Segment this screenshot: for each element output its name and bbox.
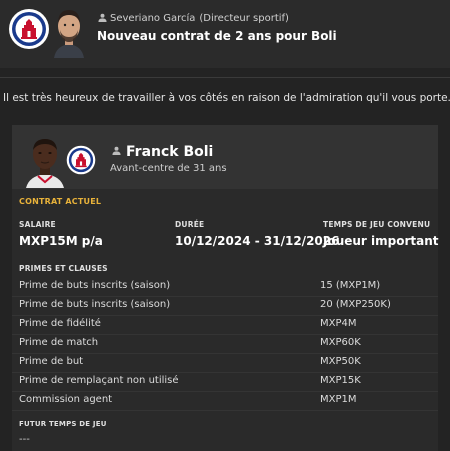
clause-row: Prime de buts inscrits (saison) 15 (MXP1… xyxy=(12,277,438,297)
person-icon xyxy=(112,146,121,155)
clause-value: MXP15K xyxy=(320,375,361,386)
contract-section-title: CONTRAT ACTUEL xyxy=(19,197,102,206)
clause-value: 15 (MXP1M) xyxy=(320,280,381,291)
future-playing-time-title: FUTUR TEMPS DE JEU xyxy=(19,420,107,428)
club-badge-icon[interactable] xyxy=(8,8,50,50)
clause-row: Prime de remplaçant non utilisé MXP15K xyxy=(12,372,438,392)
clause-row: Prime de match MXP60K xyxy=(12,334,438,354)
sender-name[interactable]: Severiano García xyxy=(110,13,195,24)
clause-label: Prime de match xyxy=(19,337,99,348)
salary-label: SALAIRE xyxy=(19,220,56,229)
sender-line: Severiano García (Directeur sportif) xyxy=(98,13,289,24)
future-playing-time-value: --- xyxy=(19,434,30,445)
clause-row: Prime de but MXP50K xyxy=(12,353,438,373)
player-header: Franck Boli Avant-centre de 31 ans xyxy=(12,125,438,189)
clause-label: Prime de but xyxy=(19,356,84,367)
salary-value: MXP15M p/a xyxy=(19,234,103,248)
clause-value: 20 (MXP250K) xyxy=(320,299,391,310)
clause-label: Prime de fidélité xyxy=(19,318,101,329)
message-header: Severiano García (Directeur sportif) Nouv… xyxy=(0,0,450,68)
player-name[interactable]: Franck Boli xyxy=(126,144,213,160)
clause-row: Prime de fidélité MXP4M xyxy=(12,315,438,335)
clause-value: MXP1M xyxy=(320,394,357,405)
duration-value: 10/12/2024 - 31/12/2026 xyxy=(175,234,340,248)
staff-photo[interactable] xyxy=(52,4,86,58)
clause-label: Prime de buts inscrits (saison) xyxy=(19,280,171,291)
clause-label: Commission agent xyxy=(19,394,113,405)
clause-row: Prime de buts inscrits (saison) 20 (MXP2… xyxy=(12,296,438,316)
sender-role: (Directeur sportif) xyxy=(199,13,289,24)
player-role: Avant-centre de 31 ans xyxy=(110,163,227,174)
message-body: Il est très heureux de travailler à vos … xyxy=(3,92,450,104)
clause-label: Prime de buts inscrits (saison) xyxy=(19,299,171,310)
clause-label: Prime de remplaçant non utilisé xyxy=(19,375,179,386)
clause-value: MXP50K xyxy=(320,356,361,367)
player-name-row: Franck Boli xyxy=(112,141,213,160)
club-badge-icon[interactable] xyxy=(66,145,96,175)
clause-value: MXP4M xyxy=(320,318,357,329)
divider xyxy=(0,77,450,78)
playing-time-label: TEMPS DE JEU CONVENU xyxy=(323,220,431,229)
playing-time-value: Joueur important xyxy=(323,234,439,248)
clause-value: MXP60K xyxy=(320,337,361,348)
clause-row: Commission agent MXP1M xyxy=(12,391,438,411)
message-subject: Nouveau contrat de 2 ans pour Boli xyxy=(97,29,337,43)
contract-card: Franck Boli Avant-centre de 31 ans CONTR… xyxy=(12,125,439,451)
duration-label: DURÉE xyxy=(175,220,205,229)
person-icon xyxy=(98,13,107,22)
player-photo[interactable] xyxy=(24,132,66,188)
clauses-title: PRIMES ET CLAUSES xyxy=(19,264,108,273)
